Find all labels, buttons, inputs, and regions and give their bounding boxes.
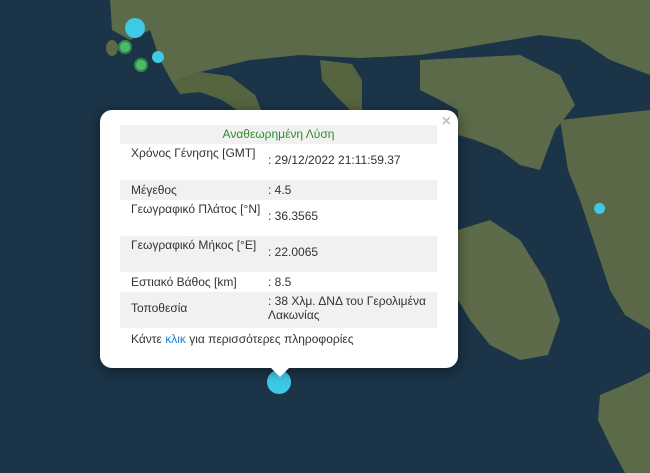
popup-tip [271,368,289,377]
row-latitude: Γεωγραφικό Πλάτος [°N] : 36.3565 [120,200,437,236]
magnitude-label: Μέγεθος [131,183,177,197]
close-icon[interactable]: × [442,114,451,130]
row-location: Τοποθεσία : 38 Χλμ. ΔΝΔ του Γερολιμένα Λ… [120,292,437,328]
latitude-label: Γεωγραφικό Πλάτος [°N] [131,202,261,216]
longitude-label: Γεωγραφικό Μήκος [°E] [131,238,257,252]
depth-label: Εστιακό Βάθος [km] [131,275,237,289]
origin-time-label: Χρόνος Γένησης [GMT] [131,146,256,160]
depth-value: : 8.5 [268,275,292,289]
row-longitude: Γεωγραφικό Μήκος [°E] : 22.0065 [120,236,437,272]
row-origin-time: Χρόνος Γένησης [GMT] : 29/12/2022 21:11:… [120,144,437,180]
marker-north-c[interactable] [134,58,148,72]
popup-content: Αναθεωρημένη Λύση Χρόνος Γένησης [GMT] :… [120,125,437,346]
solution-header: Αναθεωρημένη Λύση [120,125,437,144]
marker-north-d[interactable] [152,51,164,63]
origin-time-value: : 29/12/2022 21:11:59.37 [268,153,401,167]
marker-north-b[interactable] [118,40,132,54]
longitude-value: : 22.0065 [268,245,319,259]
location-value: : 38 Χλμ. ΔΝΔ του Γερολιμένα Λακωνίας [268,294,426,322]
latitude-value: : 36.3565 [268,209,319,223]
more-info-link[interactable]: κλικ [165,332,186,346]
magnitude-value: : 4.5 [268,183,292,197]
more-info-line: Κάντε κλικ για περισσότερες πληροφορίες [120,328,437,346]
more-info-suffix: για περισσότερες πληροφορίες [185,332,354,346]
row-depth: Εστιακό Βάθος [km] : 8.5 [120,272,437,292]
marker-north-a[interactable] [125,18,145,38]
marker-east[interactable] [594,203,605,214]
more-info-prefix: Κάντε [131,332,166,346]
earthquake-info-popup: × Αναθεωρημένη Λύση Χρόνος Γένησης [GMT]… [100,110,458,377]
row-magnitude: Μέγεθος : 4.5 [120,180,437,200]
location-label: Τοποθεσία [131,301,188,315]
